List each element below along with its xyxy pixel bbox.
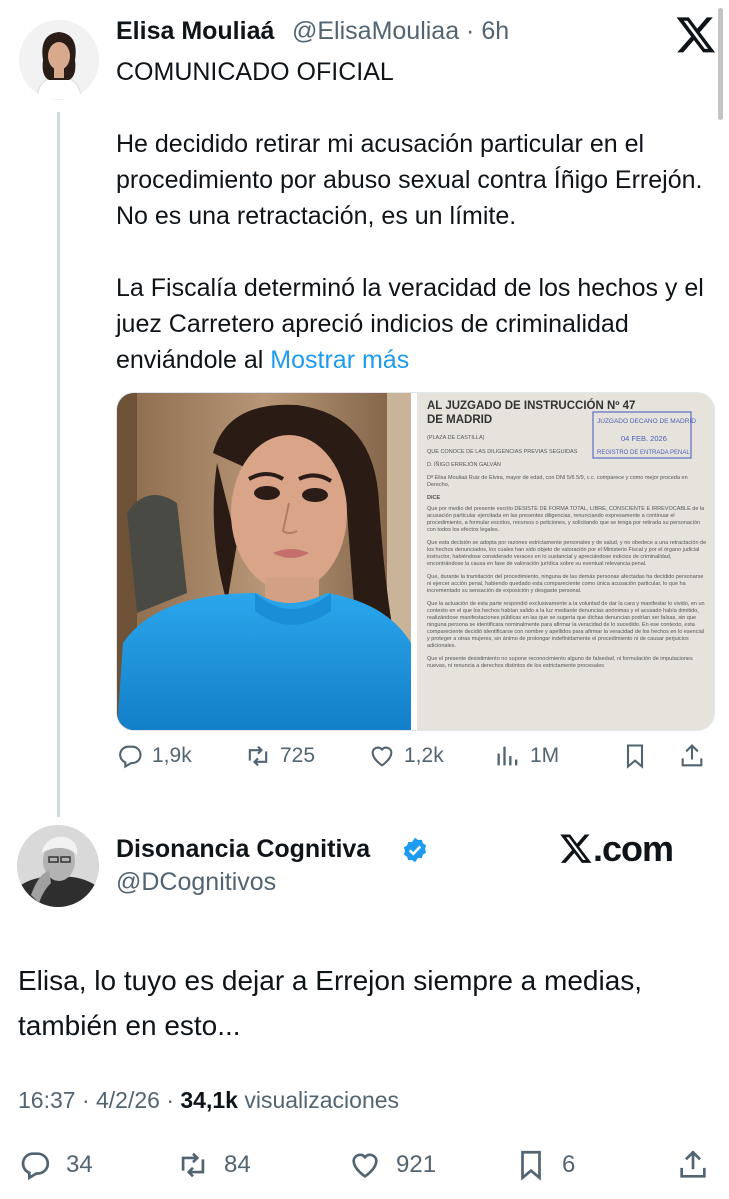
doc-procedure: QUE CONOCE DE LAS DILIGENCIAS PREVIAS SE… <box>427 449 578 455</box>
view-count: 1M <box>530 744 560 767</box>
x-logo-icon <box>560 834 592 863</box>
tweet-paragraph-1: He decidido retirar mi acusación particu… <box>116 130 703 230</box>
doc-intro: Dª Elisa Mouliaá Ruiz de Elvira, mayor d… <box>427 475 688 488</box>
author-avatar-disonancia[interactable] <box>17 825 99 907</box>
xcom-watermark-text: .com <box>593 828 674 869</box>
doc-body-1: Que por medio del presente escrito DESIS… <box>427 506 705 533</box>
tweet-paragraph-2-text: La Fiscalía determinó la veracidad de lo… <box>116 274 704 374</box>
reply-share-button[interactable] <box>676 1148 710 1182</box>
retweet-icon <box>181 1152 205 1178</box>
thread-connector-line <box>57 112 60 817</box>
stamp-date: 04 FEB. 2026 <box>621 434 667 443</box>
reply-count: 1,9k <box>152 744 192 767</box>
xcom-watermark: .com <box>559 828 674 870</box>
reply-reply-count: 34 <box>66 1151 93 1178</box>
doc-body-4: Que la actuación de esta parte respondió… <box>427 601 705 649</box>
reply-action-bar: 34 84 921 6 <box>18 1148 718 1188</box>
reply-author-name[interactable]: Disonancia Cognitiva <box>116 835 370 864</box>
retweet-button[interactable]: 725 <box>244 742 315 770</box>
doc-accused: D. ÍÑIGO ERREJÓN GALVÁN <box>427 461 501 468</box>
retweet-icon <box>248 745 268 767</box>
reply-author-handle[interactable]: @DCognitivos <box>116 868 276 897</box>
doc-body-5: Que el presente desistimiento no supone … <box>427 656 693 669</box>
author-avatar-elisa[interactable] <box>19 20 99 100</box>
x-logo-icon[interactable] <box>675 13 717 55</box>
legal-document-photo[interactable]: AL JUZGADO DE INSTRUCCIÓN Nº 47 DE MADRI… <box>417 393 714 730</box>
doc-place: (PLAZA DE CASTILLA) <box>427 435 485 441</box>
selfie-photo[interactable] <box>117 393 411 730</box>
reply-icon <box>119 745 142 769</box>
tweet-paragraph-2: La Fiscalía determinó la veracidad de lo… <box>116 270 716 378</box>
share-icon <box>680 1150 706 1178</box>
reply-retweet-count: 84 <box>224 1151 251 1178</box>
reply-button[interactable]: 1,9k <box>116 742 192 770</box>
reply-time-date[interactable]: 16:37 · 4/2/26 · <box>18 1087 180 1113</box>
like-button[interactable]: 1,2k <box>368 742 444 770</box>
reply-reply-button[interactable]: 34 <box>18 1148 93 1182</box>
reply-like-button[interactable]: 921 <box>348 1148 436 1182</box>
share-button[interactable] <box>678 742 706 770</box>
doc-dice-heading: DICE <box>427 495 441 501</box>
stamp-line-3: REGISTRO DE ENTRADA PENAL <box>597 450 690 456</box>
reply-views-label: visualizaciones <box>237 1087 400 1113</box>
tweet-action-bar: 1,9k 725 1,2k 1M <box>116 742 716 778</box>
bookmark-icon <box>626 744 644 769</box>
tweet-author-handle-time[interactable]: @ElisaMouliaa · 6h <box>292 17 509 46</box>
reply-text: Elisa, lo tuyo es dejar a Errejon siempr… <box>18 965 643 1041</box>
tweet-media-grid[interactable]: AL JUZGADO DE INSTRUCCIÓN Nº 47 DE MADRI… <box>116 392 715 731</box>
reply-views-count: 34,1k <box>180 1087 238 1113</box>
tweet-heading: COMUNICADO OFICIAL <box>116 58 394 86</box>
reply-meta: 16:37 · 4/2/26 · 34,1k visualizaciones <box>18 1087 399 1114</box>
reply-retweet-button[interactable]: 84 <box>176 1148 251 1182</box>
tweet-author-name[interactable]: Elisa Mouliaá <box>116 17 274 46</box>
reply-like-count: 921 <box>396 1151 437 1178</box>
retweet-count: 725 <box>280 744 316 767</box>
reply-bookmark-button[interactable]: 6 <box>514 1148 575 1182</box>
like-icon <box>352 1153 378 1178</box>
doc-body-2: Que esta decisión se adopta por razones … <box>427 540 707 567</box>
stamp-line-1: JUZGADO DECANO DE MADRID <box>597 418 696 425</box>
doc-title-line-2: DE MADRID <box>427 414 492 426</box>
views-button[interactable]: 1M <box>494 742 559 770</box>
verified-badge-icon <box>401 836 429 864</box>
scrollbar[interactable] <box>718 8 723 120</box>
like-icon <box>371 746 393 767</box>
like-count: 1,2k <box>404 744 444 767</box>
views-icon <box>497 746 518 766</box>
reply-bookmark-count: 6 <box>562 1151 576 1178</box>
bookmark-icon <box>521 1150 541 1181</box>
bookmark-button[interactable] <box>621 742 649 770</box>
reply-icon <box>21 1152 50 1181</box>
doc-body-3: Que, durante la tramitación del procedim… <box>427 574 704 594</box>
doc-title-line-1: AL JUZGADO DE INSTRUCCIÓN Nº 47 <box>427 399 635 412</box>
show-more-link[interactable]: Mostrar más <box>270 346 409 374</box>
share-icon <box>681 744 703 767</box>
